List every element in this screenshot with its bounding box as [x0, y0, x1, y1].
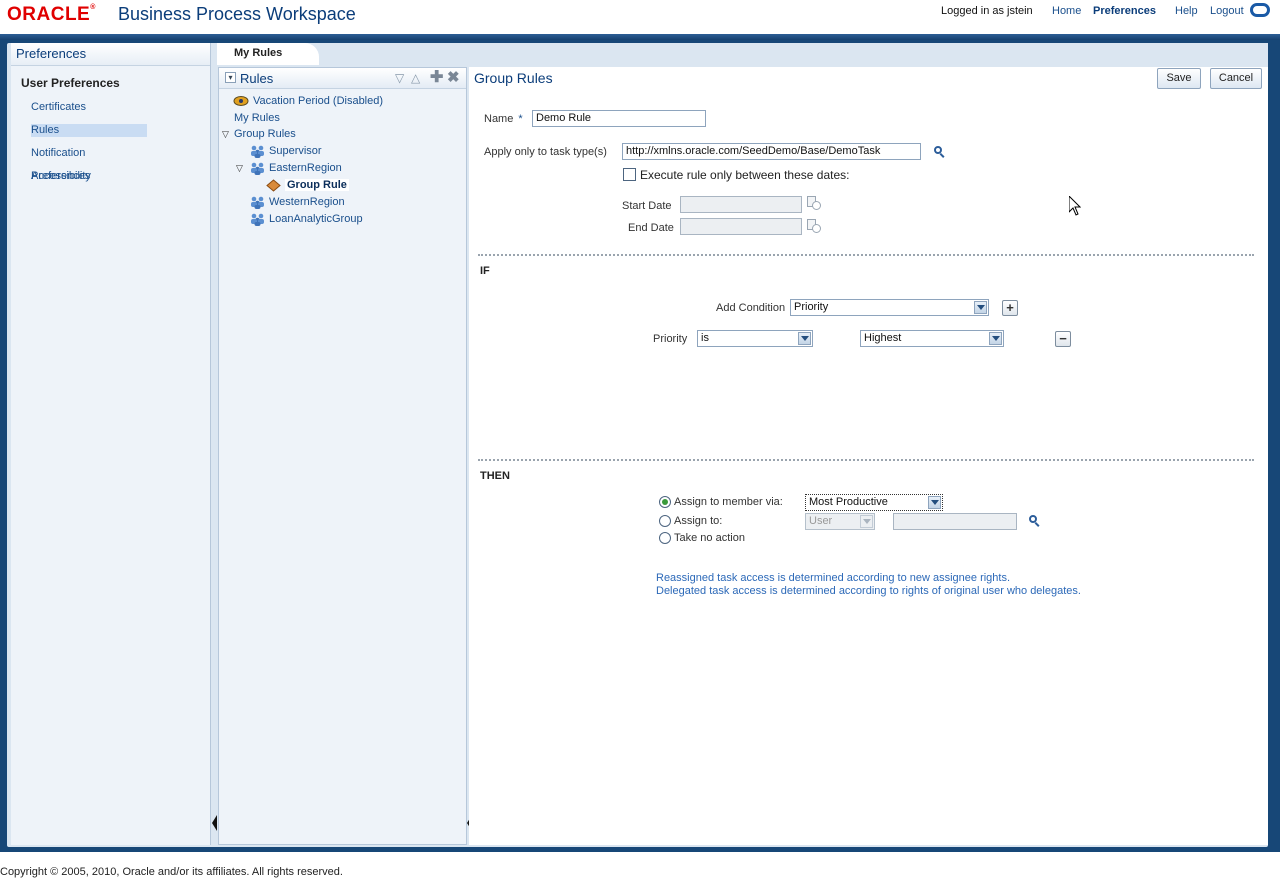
collapse-rules-icon[interactable]: ▾: [225, 72, 236, 83]
assign-to-type-select[interactable]: User: [805, 513, 875, 530]
rules-tree-header: ▾ Rules ▽ △ ✚ ✖: [219, 68, 466, 89]
no-action-label: Take no action: [674, 532, 745, 544]
tree-item-group-rule[interactable]: Group Rule: [266, 177, 349, 194]
mouse-cursor-icon: [1069, 196, 1081, 216]
logged-in-label: Logged in as: [941, 5, 1004, 17]
group-rules-detail: Group Rules Save Cancel Name * Demo Rule …: [469, 67, 1268, 845]
search-assignee-icon[interactable]: [1029, 515, 1041, 527]
name-field[interactable]: Demo Rule: [532, 110, 706, 127]
nav-item-certificates[interactable]: Certificates: [31, 96, 147, 119]
move-up-icon[interactable]: △: [411, 71, 420, 85]
start-date-field[interactable]: [680, 196, 802, 213]
add-rule-icon[interactable]: ✚: [430, 67, 443, 87]
chevron-down-icon: [974, 301, 987, 314]
task-type-field[interactable]: http://xmlns.oracle.com/SeedDemo/Base/De…: [622, 143, 921, 160]
end-date-label: End Date: [628, 222, 674, 234]
chevron-down-icon: [928, 496, 941, 509]
section-divider: [478, 254, 1254, 256]
search-task-type-icon[interactable]: [934, 146, 946, 158]
end-date-calendar-icon[interactable]: [807, 219, 821, 233]
group-icon: [251, 213, 264, 226]
rules-tree-panel: ▾ Rules ▽ △ ✚ ✖ Vacation Period (Disable…: [218, 67, 467, 845]
then-heading: THEN: [480, 470, 510, 482]
move-down-icon[interactable]: ▽: [395, 71, 404, 85]
assign-to-radio[interactable]: [659, 515, 671, 527]
tree-item-eastern-region[interactable]: EasternRegion: [250, 160, 342, 177]
add-condition-label: Add Condition: [716, 302, 786, 314]
condition-value-select[interactable]: Highest: [860, 330, 1004, 347]
tab-my-rules[interactable]: My Rules: [217, 43, 319, 65]
assign-member-radio[interactable]: [659, 496, 671, 508]
vacation-icon: [233, 96, 249, 107]
logged-in-user: jstein: [1007, 5, 1033, 17]
assign-member-label: Assign to member via:: [674, 496, 783, 508]
condition-operator-select[interactable]: is: [697, 330, 813, 347]
assign-to-field[interactable]: [893, 513, 1017, 530]
task-type-label: Apply only to task type(s): [484, 146, 607, 158]
tree-item-supervisor[interactable]: Supervisor: [250, 143, 322, 160]
tree-item-vacation-period[interactable]: Vacation Period (Disabled): [233, 93, 383, 110]
name-label: Name *: [484, 113, 523, 125]
tree-item-loan-analytic-group[interactable]: LoanAnalyticGroup: [250, 211, 363, 228]
app-title: Business Process Workspace: [118, 4, 356, 24]
expand-group-rules-icon[interactable]: ▽: [222, 129, 229, 140]
end-date-field[interactable]: [680, 218, 802, 235]
no-action-radio[interactable]: [659, 532, 671, 544]
user-preferences-heading: User Preferences: [21, 76, 120, 90]
start-date-label: Start Date: [622, 200, 672, 212]
tree-item-western-region[interactable]: WesternRegion: [250, 194, 345, 211]
chevron-down-icon: [860, 515, 873, 528]
cancel-button[interactable]: Cancel: [1210, 68, 1262, 89]
oracle-o-icon: [1250, 3, 1270, 17]
group-icon: [251, 196, 264, 209]
nav-item-rules[interactable]: Rules: [31, 124, 147, 137]
add-condition-button[interactable]: +: [1002, 300, 1018, 316]
nav-item-notification-preferences[interactable]: Notification Preferences: [31, 142, 147, 182]
help-link[interactable]: Help: [1175, 5, 1198, 17]
tree-item-my-rules[interactable]: My Rules: [234, 110, 280, 127]
footer: Copyright © 2005, 2010, Oracle and/or it…: [0, 852, 1280, 880]
preferences-panel: Preferences User Preferences Certificate…: [11, 43, 211, 845]
app-header: ORACLE® Business Process Workspace Logge…: [0, 0, 1280, 36]
delegate-note: Delegated task access is determined acco…: [656, 585, 1081, 597]
oracle-logo: ORACLE®: [7, 4, 96, 25]
group-icon: [251, 162, 264, 175]
assign-member-select[interactable]: Most Productive: [805, 494, 943, 511]
if-heading: IF: [480, 265, 490, 277]
expand-eastern-region-icon[interactable]: ▽: [236, 163, 243, 174]
execute-between-label: Execute rule only between these dates:: [640, 168, 850, 182]
logout-link[interactable]: Logout: [1210, 5, 1244, 17]
group-icon: [251, 145, 264, 158]
chevron-down-icon: [989, 332, 1002, 345]
rules-tree-title: Rules: [240, 71, 274, 86]
tab-strip: My Rules: [217, 43, 1268, 65]
preferences-panel-title: Preferences: [11, 43, 210, 66]
assign-to-label: Assign to:: [674, 515, 723, 527]
tree-item-group-rules[interactable]: Group Rules: [234, 126, 296, 143]
reassign-note: Reassigned task access is determined acc…: [656, 572, 1011, 584]
detail-title: Group Rules: [474, 70, 553, 86]
remove-condition-button[interactable]: −: [1055, 331, 1071, 347]
start-date-calendar-icon[interactable]: [807, 196, 821, 210]
required-mark: *: [518, 113, 523, 125]
execute-between-checkbox[interactable]: [623, 168, 636, 181]
add-condition-select[interactable]: Priority: [790, 299, 989, 316]
rule-icon: [266, 178, 281, 192]
condition-priority-label: Priority: [653, 333, 688, 345]
chevron-down-icon: [798, 332, 811, 345]
copyright-text: Copyright © 2005, 2010, Oracle and/or it…: [0, 866, 343, 878]
section-divider: [478, 459, 1254, 461]
delete-rule-icon[interactable]: ✖: [447, 68, 460, 86]
save-button[interactable]: Save: [1157, 68, 1201, 89]
home-link[interactable]: Home: [1052, 5, 1081, 17]
preferences-link[interactable]: Preferences: [1093, 5, 1156, 17]
nav-item-accessibility[interactable]: Accessibility: [31, 165, 147, 188]
